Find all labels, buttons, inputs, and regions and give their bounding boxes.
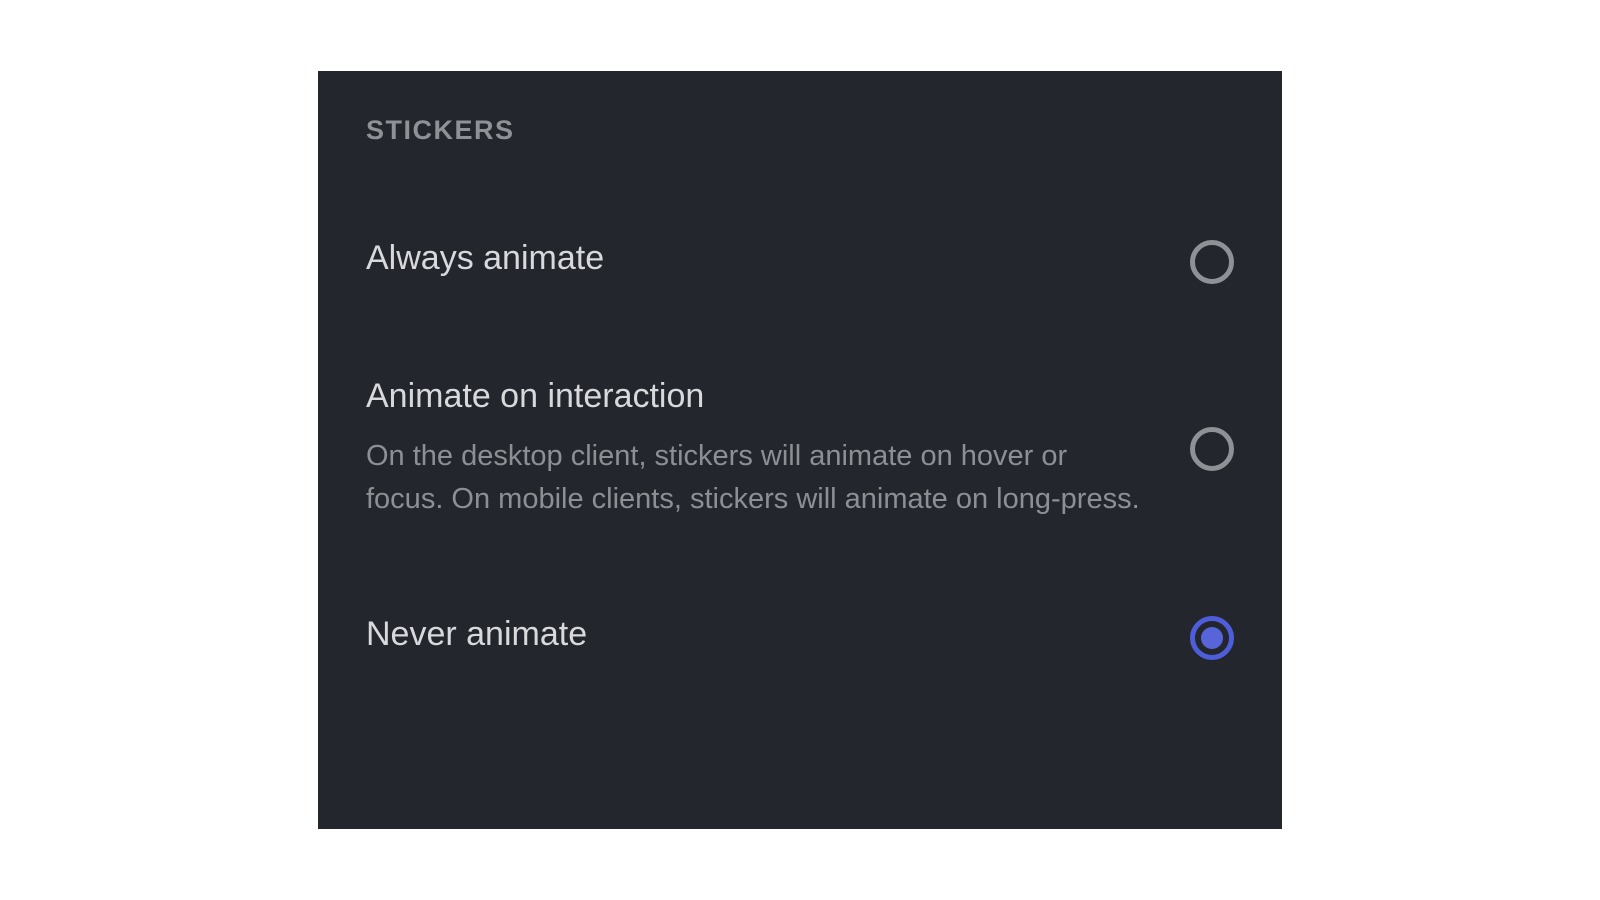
option-title: Always animate [366,238,1150,279]
radio-always-animate[interactable] [1190,240,1234,284]
option-never-animate[interactable]: Never animate [366,614,1234,660]
radio-wrapper [1190,427,1234,471]
option-text: Never animate [366,614,1190,655]
stickers-settings-panel: STICKERS Always animate Animate on inter… [318,71,1282,829]
option-animate-on-interaction[interactable]: Animate on interaction On the desktop cl… [366,376,1234,522]
radio-never-animate[interactable] [1190,616,1234,660]
option-always-animate[interactable]: Always animate [366,238,1234,284]
option-text: Always animate [366,238,1190,279]
radio-wrapper [1190,614,1234,660]
section-header: STICKERS [366,115,1234,146]
radio-animate-on-interaction[interactable] [1190,427,1234,471]
option-title: Animate on interaction [366,376,1150,417]
radio-wrapper [1190,238,1234,284]
option-title: Never animate [366,614,1150,655]
option-description: On the desktop client, stickers will ani… [366,435,1150,522]
option-text: Animate on interaction On the desktop cl… [366,376,1190,522]
